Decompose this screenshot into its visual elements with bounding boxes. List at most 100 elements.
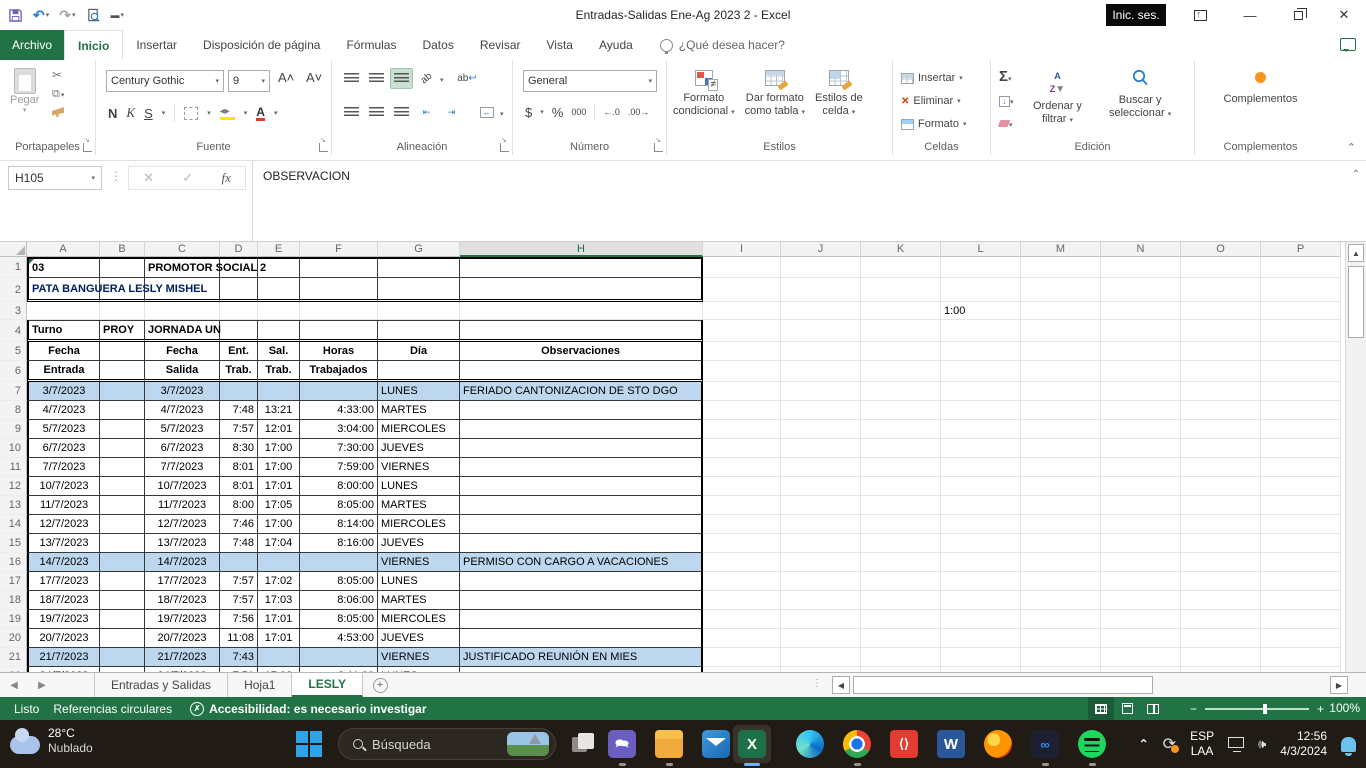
row-header-4[interactable]: 4 bbox=[0, 320, 27, 342]
cell-M12[interactable] bbox=[1021, 477, 1101, 496]
cell-J16[interactable] bbox=[781, 553, 861, 572]
row-header-18[interactable]: 18 bbox=[0, 591, 27, 610]
cell-D18[interactable]: 7:57 bbox=[220, 591, 258, 610]
cell-D2[interactable] bbox=[220, 278, 258, 302]
word-icon[interactable]: W bbox=[937, 730, 965, 758]
page-break-view-button[interactable] bbox=[1140, 697, 1166, 720]
cell-J13[interactable] bbox=[781, 496, 861, 515]
cell-G6[interactable] bbox=[378, 361, 460, 382]
cell-P12[interactable] bbox=[1261, 477, 1341, 496]
accessibility-status[interactable]: ✗ Accesibilidad: es necesario investigar bbox=[190, 702, 426, 716]
hidden-icons-chevron[interactable]: ⌃ bbox=[1139, 737, 1149, 751]
cell-M6[interactable] bbox=[1021, 361, 1101, 382]
cell-I14[interactable] bbox=[703, 515, 781, 534]
cell-D9[interactable]: 7:57 bbox=[220, 420, 258, 439]
clear-button[interactable]: ▾ bbox=[999, 114, 1014, 132]
cell-D13[interactable]: 8:00 bbox=[220, 496, 258, 515]
cell-P18[interactable] bbox=[1261, 591, 1341, 610]
cell-C1[interactable]: PROMOTOR SOCIAL 2 bbox=[145, 257, 220, 278]
cell-O4[interactable] bbox=[1181, 320, 1261, 342]
cell-C18[interactable]: 18/7/2023 bbox=[145, 591, 220, 610]
cell-D19[interactable]: 7:56 bbox=[220, 610, 258, 629]
cell-C7[interactable]: 3/7/2023 bbox=[145, 382, 220, 401]
mail-icon[interactable] bbox=[702, 730, 730, 758]
teams-chat-icon[interactable]: 🗪 bbox=[608, 730, 636, 758]
row-header-7[interactable]: 7 bbox=[0, 382, 27, 401]
cell-J20[interactable] bbox=[781, 629, 861, 648]
firefox-icon[interactable] bbox=[984, 730, 1012, 758]
align-center-button[interactable] bbox=[365, 102, 388, 123]
column-header-P[interactable]: P bbox=[1261, 242, 1341, 257]
format-cells-button[interactable]: Formato▾ bbox=[901, 118, 966, 130]
cell-P21[interactable] bbox=[1261, 648, 1341, 667]
cell-M19[interactable] bbox=[1021, 610, 1101, 629]
cell-E19[interactable]: 17:01 bbox=[258, 610, 300, 629]
cell-B17[interactable] bbox=[100, 572, 145, 591]
cell-A19[interactable]: 19/7/2023 bbox=[27, 610, 100, 629]
cell-B1[interactable] bbox=[100, 257, 145, 278]
cell-E5[interactable]: Sal. bbox=[258, 342, 300, 361]
row-header-12[interactable]: 12 bbox=[0, 477, 27, 496]
cell-O13[interactable] bbox=[1181, 496, 1261, 515]
cell-D21[interactable]: 7:43 bbox=[220, 648, 258, 667]
cell-A6[interactable]: Entrada bbox=[27, 361, 100, 382]
tab-revisar[interactable]: Revisar bbox=[467, 30, 534, 60]
hscroll-left-icon[interactable]: ◀ bbox=[832, 676, 850, 694]
cell-N15[interactable] bbox=[1101, 534, 1181, 553]
close-button[interactable]: ✕ bbox=[1322, 0, 1366, 30]
save-icon[interactable] bbox=[8, 8, 23, 23]
cell-B7[interactable] bbox=[100, 382, 145, 401]
orientation-button[interactable]: ab bbox=[415, 68, 438, 89]
sheet-nav-right-icon[interactable]: ▶ bbox=[28, 673, 56, 697]
row-header-1[interactable]: 1 bbox=[0, 257, 27, 278]
column-header-C[interactable]: C bbox=[145, 242, 220, 257]
cell-J18[interactable] bbox=[781, 591, 861, 610]
cell-B21[interactable] bbox=[100, 648, 145, 667]
cell-H3[interactable] bbox=[460, 302, 703, 320]
cell-N1[interactable] bbox=[1101, 257, 1181, 278]
clock[interactable]: 12:564/3/2024 bbox=[1280, 729, 1327, 759]
cell-E8[interactable]: 13:21 bbox=[258, 401, 300, 420]
cell-K6[interactable] bbox=[861, 361, 941, 382]
cell-O18[interactable] bbox=[1181, 591, 1261, 610]
cell-N5[interactable] bbox=[1101, 342, 1181, 361]
cell-N16[interactable] bbox=[1101, 553, 1181, 572]
task-view-button[interactable] bbox=[572, 733, 596, 755]
cut-icon[interactable]: ✂ bbox=[52, 68, 64, 82]
scroll-up-icon[interactable]: ▲ bbox=[1348, 244, 1364, 262]
language-indicator[interactable]: ESPLAA bbox=[1190, 729, 1214, 759]
cell-D8[interactable]: 7:48 bbox=[220, 401, 258, 420]
row-header-13[interactable]: 13 bbox=[0, 496, 27, 515]
cell-A14[interactable]: 12/7/2023 bbox=[27, 515, 100, 534]
cell-K19[interactable] bbox=[861, 610, 941, 629]
cell-F6[interactable]: Trabajados bbox=[300, 361, 378, 382]
cell-F11[interactable]: 7:59:00 bbox=[300, 458, 378, 477]
cell-P1[interactable] bbox=[1261, 257, 1341, 278]
undo-icon[interactable]: ↶▾ bbox=[33, 7, 49, 24]
cell-H2[interactable] bbox=[460, 278, 703, 302]
cell-G15[interactable]: JUEVES bbox=[378, 534, 460, 553]
row-header-15[interactable]: 15 bbox=[0, 534, 27, 553]
cell-J9[interactable] bbox=[781, 420, 861, 439]
cell-N12[interactable] bbox=[1101, 477, 1181, 496]
cell-B10[interactable] bbox=[100, 439, 145, 458]
cell-L15[interactable] bbox=[941, 534, 1021, 553]
zoom-out-icon[interactable]: − bbox=[1190, 702, 1197, 716]
sheet-nav-left-icon[interactable]: ◀ bbox=[0, 673, 28, 697]
cell-I4[interactable] bbox=[703, 320, 781, 342]
cell-M18[interactable] bbox=[1021, 591, 1101, 610]
column-header-M[interactable]: M bbox=[1021, 242, 1101, 257]
cell-B3[interactable] bbox=[100, 302, 145, 320]
cell-O3[interactable] bbox=[1181, 302, 1261, 320]
cell-L16[interactable] bbox=[941, 553, 1021, 572]
cell-K7[interactable] bbox=[861, 382, 941, 401]
cell-F19[interactable]: 8:05:00 bbox=[300, 610, 378, 629]
cell-L11[interactable] bbox=[941, 458, 1021, 477]
cell-O9[interactable] bbox=[1181, 420, 1261, 439]
sheet-tab-hoja1[interactable]: Hoja1 bbox=[228, 673, 292, 697]
cell-M20[interactable] bbox=[1021, 629, 1101, 648]
cell-K8[interactable] bbox=[861, 401, 941, 420]
cell-M15[interactable] bbox=[1021, 534, 1101, 553]
column-header-L[interactable]: L bbox=[941, 242, 1021, 257]
cell-F13[interactable]: 8:05:00 bbox=[300, 496, 378, 515]
